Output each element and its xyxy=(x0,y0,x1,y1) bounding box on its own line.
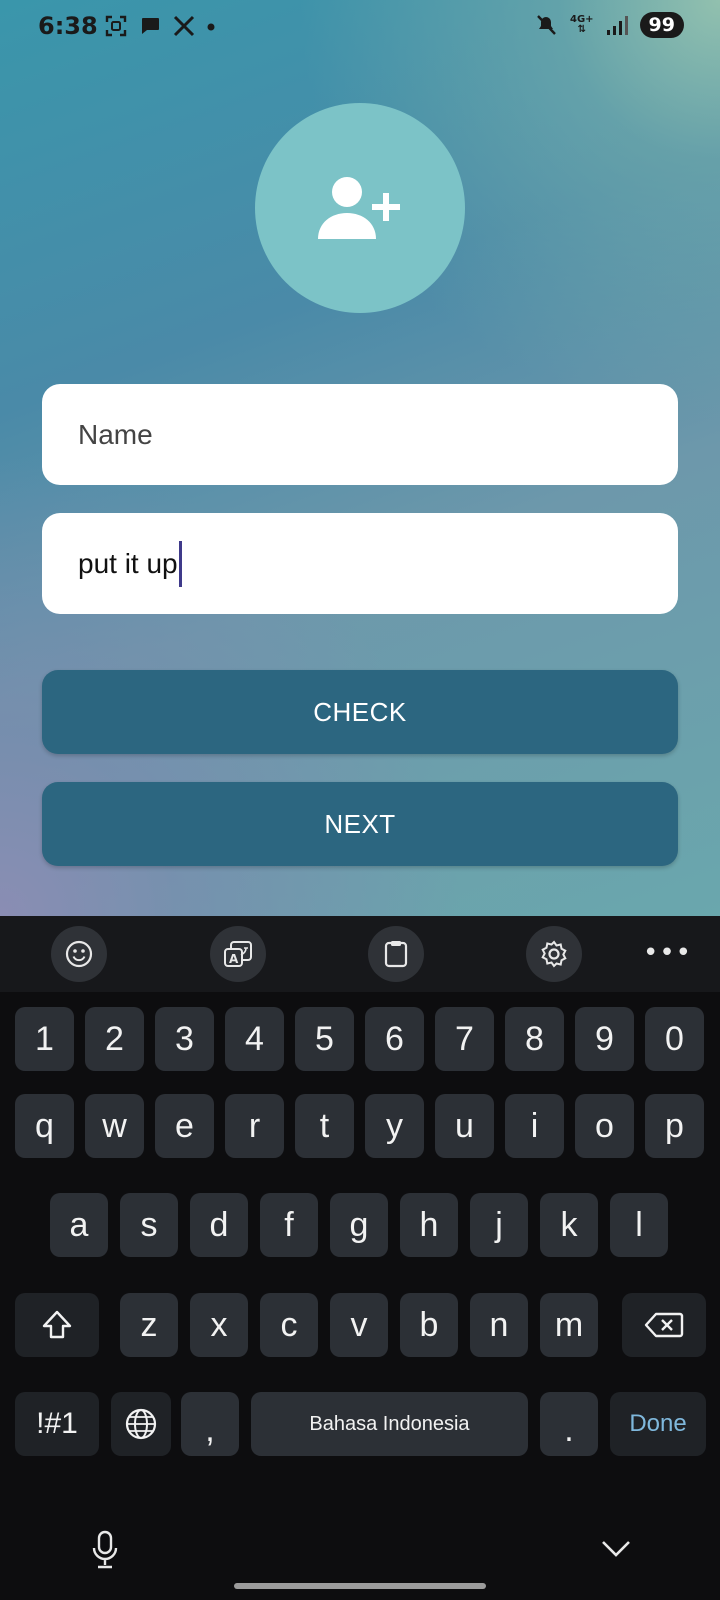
language-key[interactable] xyxy=(111,1392,171,1456)
key-k[interactable]: k xyxy=(540,1193,598,1257)
next-button[interactable]: NEXT xyxy=(42,782,678,866)
keyboard-hide-chevron-icon[interactable] xyxy=(600,1538,632,1560)
input-value: put it up xyxy=(78,547,178,579)
key-s[interactable]: s xyxy=(120,1193,178,1257)
chat-icon xyxy=(142,18,159,34)
key-8[interactable]: 8 xyxy=(505,1007,564,1071)
key-2[interactable]: 2 xyxy=(85,1007,144,1071)
key-c[interactable]: c xyxy=(260,1293,318,1357)
shift-icon xyxy=(42,1310,72,1339)
key-f[interactable]: f xyxy=(260,1193,318,1257)
key-r[interactable]: r xyxy=(225,1094,284,1158)
space-key[interactable]: Bahasa Indonesia xyxy=(251,1392,528,1456)
key-j[interactable]: j xyxy=(470,1193,528,1257)
svg-text:A: A xyxy=(229,952,239,966)
key-o[interactable]: o xyxy=(575,1094,634,1158)
screenshot-icon xyxy=(105,15,127,37)
clipboard-icon xyxy=(384,941,408,968)
battery-icon: 99 xyxy=(639,12,684,38)
microphone-icon[interactable] xyxy=(90,1530,120,1570)
more-icon[interactable]: ••• xyxy=(643,938,692,968)
key-7[interactable]: 7 xyxy=(435,1007,494,1071)
mute-icon xyxy=(537,15,556,35)
key-q[interactable]: q xyxy=(15,1094,74,1158)
app-screen: 6:38 4G+ ⇅ 99 Name put it up CHECK NEXT xyxy=(0,0,720,916)
key-a[interactable]: a xyxy=(50,1193,108,1257)
key-y[interactable]: y xyxy=(365,1094,424,1158)
keyboard-toolbar: A ••• xyxy=(0,916,720,992)
clipboard-button[interactable] xyxy=(368,926,424,982)
key-d[interactable]: d xyxy=(190,1193,248,1257)
check-button[interactable]: CHECK xyxy=(42,670,678,754)
key-4[interactable]: 4 xyxy=(225,1007,284,1071)
key-m[interactable]: m xyxy=(540,1293,598,1357)
add-user-icon xyxy=(318,177,400,239)
key-u[interactable]: u xyxy=(435,1094,494,1158)
text-input[interactable]: put it up xyxy=(42,513,678,614)
key-z[interactable]: z xyxy=(120,1293,178,1357)
key-t[interactable]: t xyxy=(295,1094,354,1158)
key-n[interactable]: n xyxy=(470,1293,528,1357)
key-h[interactable]: h xyxy=(400,1193,458,1257)
key-1[interactable]: 1 xyxy=(15,1007,74,1071)
key-x[interactable]: x xyxy=(190,1293,248,1357)
period-key[interactable]: . xyxy=(540,1392,598,1456)
backspace-key[interactable] xyxy=(622,1293,706,1357)
key-p[interactable]: p xyxy=(645,1094,704,1158)
key-l[interactable]: l xyxy=(610,1193,668,1257)
translate-button[interactable]: A xyxy=(210,926,266,982)
x-logo-icon xyxy=(173,15,195,37)
done-key[interactable]: Done xyxy=(610,1392,706,1456)
signal-icon xyxy=(606,16,628,35)
backspace-icon xyxy=(644,1312,684,1338)
shift-key[interactable] xyxy=(15,1293,99,1357)
network-4g-icon: 4G+ ⇅ xyxy=(570,14,594,35)
translate-icon: A xyxy=(224,941,252,967)
status-system-icons: 4G+ ⇅ 99 xyxy=(534,12,684,38)
comma-key[interactable]: , xyxy=(181,1392,239,1456)
status-bar: 6:38 4G+ ⇅ 99 xyxy=(0,0,720,56)
symbols-key[interactable]: !#1 xyxy=(15,1392,99,1456)
name-placeholder: Name xyxy=(78,418,153,450)
emoji-icon xyxy=(65,940,93,968)
key-3[interactable]: 3 xyxy=(155,1007,214,1071)
key-i[interactable]: i xyxy=(505,1094,564,1158)
key-w[interactable]: w xyxy=(85,1094,144,1158)
keyboard: 1234567890 qwertyuiop asdfghjkl zxcvbnm … xyxy=(0,992,720,1600)
status-time: 6:38 xyxy=(38,12,98,40)
add-user-avatar-button[interactable] xyxy=(255,103,465,313)
status-notification-icons xyxy=(104,14,216,38)
name-field[interactable]: Name xyxy=(42,384,678,485)
settings-button[interactable] xyxy=(526,926,582,982)
settings-icon xyxy=(541,940,567,968)
key-6[interactable]: 6 xyxy=(365,1007,424,1071)
key-0[interactable]: 0 xyxy=(645,1007,704,1071)
emoji-button[interactable] xyxy=(51,926,107,982)
home-indicator[interactable] xyxy=(234,1583,486,1589)
key-5[interactable]: 5 xyxy=(295,1007,354,1071)
key-b[interactable]: b xyxy=(400,1293,458,1357)
text-cursor xyxy=(178,540,182,587)
globe-icon xyxy=(125,1408,157,1440)
key-9[interactable]: 9 xyxy=(575,1007,634,1071)
dot-icon xyxy=(207,23,215,31)
keyboard-nav-bar xyxy=(0,1530,720,1590)
key-e[interactable]: e xyxy=(155,1094,214,1158)
key-v[interactable]: v xyxy=(330,1293,388,1357)
key-g[interactable]: g xyxy=(330,1193,388,1257)
